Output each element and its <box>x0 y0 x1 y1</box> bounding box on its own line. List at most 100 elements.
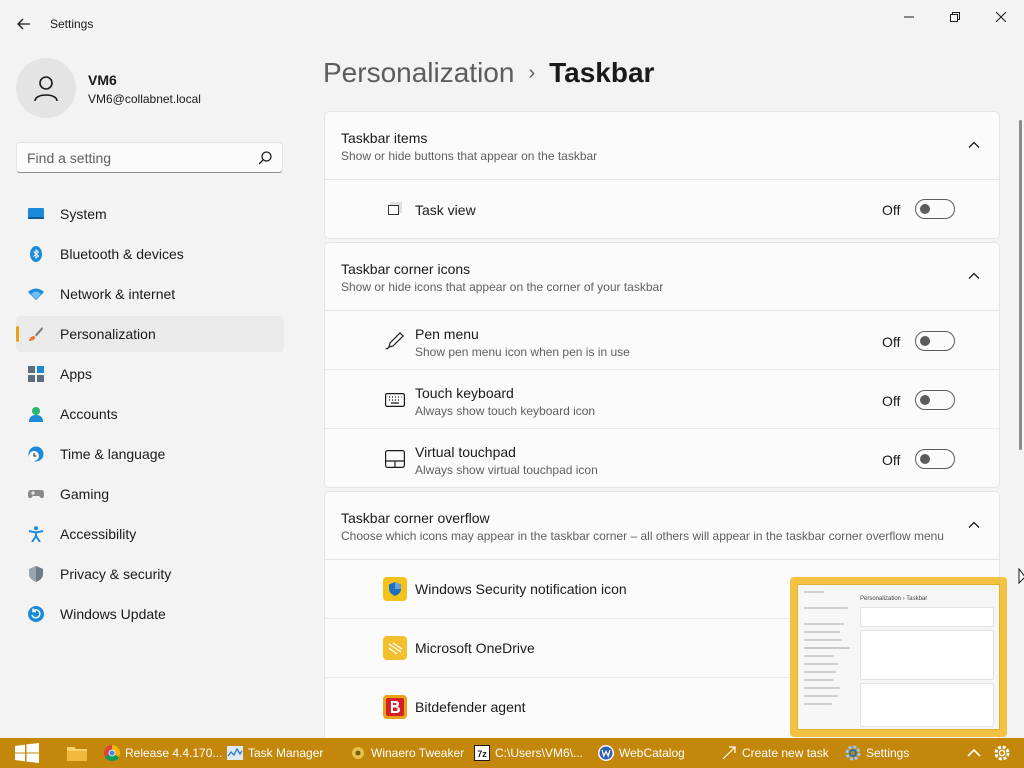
system-icon <box>28 208 44 219</box>
task-view-icon <box>383 197 407 221</box>
thumbnail-card <box>860 683 994 727</box>
chrome-icon <box>104 745 120 761</box>
thumbnail-line <box>804 631 840 633</box>
network-icon <box>28 288 44 300</box>
sidebar-item-network[interactable]: Network & internet <box>16 276 284 312</box>
section-header[interactable]: Taskbar corner overflow Choose which ico… <box>325 492 999 560</box>
breadcrumb-parent[interactable]: Personalization <box>323 57 514 88</box>
section-description: Show or hide buttons that appear on the … <box>341 149 598 163</box>
onedrive-icon <box>383 636 407 660</box>
taskbar-item-settings[interactable]: Settings <box>845 738 909 768</box>
settings-gear-icon <box>845 745 861 761</box>
close-button[interactable] <box>978 4 1024 30</box>
thumbnail-card <box>860 630 994 680</box>
thumbnail-line <box>804 687 840 689</box>
row-icon-wrap <box>383 636 407 660</box>
pen-icon <box>383 329 407 353</box>
restore-icon <box>950 12 960 22</box>
sidebar-item-windows-update[interactable]: Windows Update <box>16 596 284 632</box>
sidebar-item-label: Gaming <box>60 486 110 502</box>
accounts-icon <box>29 407 43 422</box>
toggle-state: Off <box>882 334 901 350</box>
virtual-touchpad-toggle[interactable] <box>915 449 955 469</box>
touch-keyboard-toggle[interactable] <box>915 390 955 410</box>
toggle-state: Off <box>882 393 901 409</box>
thumbnail-line <box>804 655 834 657</box>
taskbar-item-label: Task Manager <box>248 746 324 760</box>
thumbnail-title: Personalization › Taskbar <box>860 596 928 602</box>
file-explorer-button[interactable] <box>66 742 88 764</box>
shield-icon <box>29 566 43 582</box>
taskbar-item-chrome[interactable]: Release 4.4.170... <box>104 738 222 768</box>
sidebar-item-bluetooth[interactable]: Bluetooth & devices <box>16 236 284 272</box>
taskbar-item-winaero-tweaker[interactable]: Winaero Tweaker <box>350 738 464 768</box>
sidebar-item-apps[interactable]: Apps <box>16 356 284 392</box>
taskbar-item-label: C:\Users\VM6\... <box>495 746 584 760</box>
sidebar-item-label: System <box>60 206 107 222</box>
section-taskbar-items: Taskbar items Show or hide buttons that … <box>324 111 1000 239</box>
taskbar-item-webcatalog[interactable]: WebCatalog <box>598 738 685 768</box>
chevron-up-icon[interactable] <box>966 745 982 761</box>
taskbar-item-create-new-task[interactable]: Create new task <box>721 738 829 768</box>
brush-icon <box>29 327 43 341</box>
mouse-cursor-icon <box>1018 568 1024 585</box>
sidebar-nav: System Bluetooth & devices Network & int… <box>16 196 284 636</box>
maximize-button[interactable] <box>932 4 978 30</box>
thumbnail-line <box>804 679 834 681</box>
sidebar-item-personalization[interactable]: Personalization <box>16 316 284 352</box>
setting-row-pen-menu: Pen menu Show pen menu icon when pen is … <box>325 311 999 370</box>
user-profile[interactable]: VM6 VM6@collabnet.local <box>16 56 286 120</box>
taskbar-thumbnail-preview[interactable]: Personalization › Taskbar <box>790 577 1007 737</box>
taskbar-item-label: Winaero Tweaker <box>371 746 465 760</box>
windows-logo-icon <box>15 743 39 763</box>
sidebar-item-label: Privacy & security <box>60 566 172 582</box>
bluetooth-icon <box>30 246 42 262</box>
section-title: Taskbar corner overflow <box>341 510 490 526</box>
minimize-button[interactable] <box>886 4 932 30</box>
scrollbar[interactable] <box>1019 120 1022 450</box>
back-button[interactable] <box>10 10 38 38</box>
sidebar-item-time-language[interactable]: Time & language <box>16 436 284 472</box>
setting-label: Microsoft OneDrive <box>415 640 535 656</box>
start-button[interactable] <box>14 743 40 763</box>
sidebar-item-accounts[interactable]: Accounts <box>16 396 284 432</box>
accessibility-icon <box>28 526 44 542</box>
task-view-toggle[interactable] <box>915 199 955 219</box>
sidebar-item-privacy-security[interactable]: Privacy & security <box>16 556 284 592</box>
update-icon <box>28 606 44 622</box>
create-task-icon <box>721 745 737 761</box>
thumbnail-line <box>804 695 838 697</box>
chevron-up-icon <box>968 272 980 279</box>
task-manager-icon <box>227 745 243 761</box>
section-header[interactable]: Taskbar items Show or hide buttons that … <box>325 112 999 180</box>
clock-globe-icon <box>28 446 44 462</box>
user-icon <box>34 76 58 102</box>
taskbar-item-task-manager[interactable]: Task Manager <box>227 738 323 768</box>
webcatalog-icon <box>598 745 614 761</box>
section-taskbar-corner-icons: Taskbar corner icons Show or hide icons … <box>324 242 1000 488</box>
search-icon <box>258 151 272 165</box>
section-description: Choose which icons may appear in the tas… <box>341 529 944 543</box>
profile-email: VM6@collabnet.local <box>88 92 201 106</box>
section-title: Taskbar items <box>341 130 428 146</box>
taskbar: Release 4.4.170... Task Manager Winaero … <box>0 738 1024 768</box>
thumbnail-line <box>804 647 850 649</box>
minimize-icon <box>904 16 914 18</box>
row-icon-wrap <box>383 695 407 719</box>
taskbar-item-7zip[interactable]: 7z C:\Users\VM6\... <box>474 738 583 768</box>
pen-menu-toggle[interactable] <box>915 331 955 351</box>
thumbnail-line <box>804 671 836 673</box>
page-title: Taskbar <box>549 57 655 88</box>
setting-label: Touch keyboard <box>415 385 514 401</box>
winaero-icon <box>350 745 366 761</box>
apps-icon <box>28 366 44 382</box>
section-header[interactable]: Taskbar corner icons Show or hide icons … <box>325 243 999 311</box>
sidebar-item-gaming[interactable]: Gaming <box>16 476 284 512</box>
gear-icon[interactable] <box>993 744 1011 762</box>
section-description: Show or hide icons that appear on the co… <box>341 280 664 294</box>
sidebar-item-system[interactable]: System <box>16 196 284 232</box>
sidebar-item-label: Accessibility <box>60 526 137 542</box>
search-input[interactable] <box>16 142 283 173</box>
sidebar-item-accessibility[interactable]: Accessibility <box>16 516 284 552</box>
taskbar-item-label: Create new task <box>742 746 829 760</box>
